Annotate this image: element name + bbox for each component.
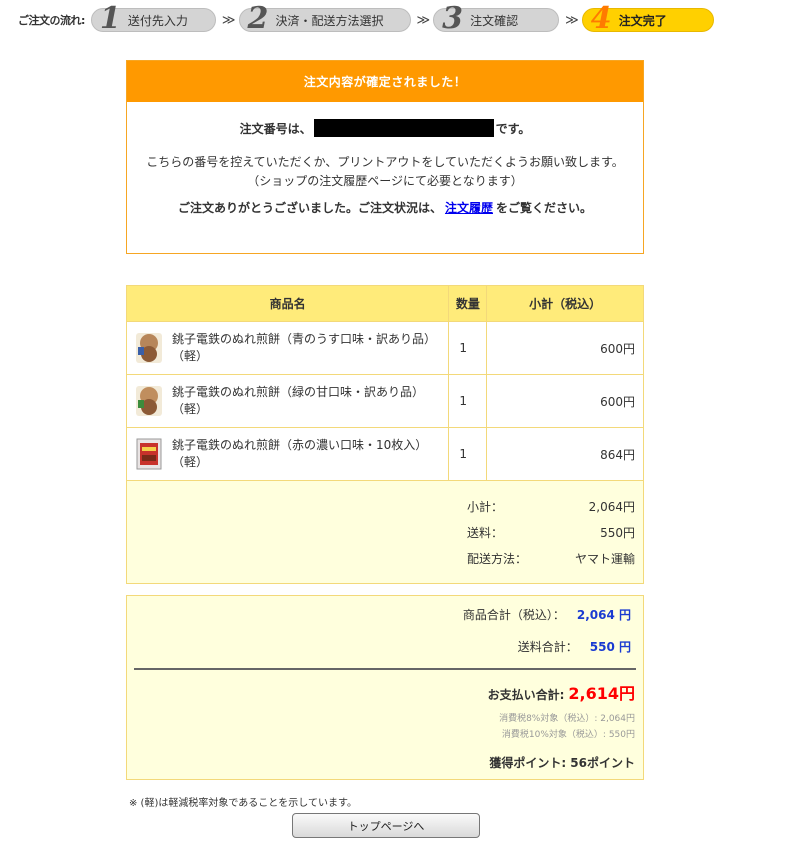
shipping-total-label: 送料合計： <box>517 640 578 654</box>
totals-divider <box>134 668 636 670</box>
product-qty: 1 <box>448 374 488 428</box>
tax-10-percent: 消費税10%対象（税込）: 550円 <box>501 730 635 740</box>
order-confirmation-box: 注文内容が確定されました！ 注文番号は、 です。 こちらの番号を控えていただくか… <box>126 60 644 254</box>
product-cell: 銚子電鉄のぬれ煎餅（緑の甘口味・訳あり品）（軽） <box>125 374 450 428</box>
redacted-order-number <box>313 119 494 137</box>
product-qty: 1 <box>448 427 488 481</box>
grand-total-label: お支払い合計: <box>487 688 565 702</box>
table-row: 銚子電鉄のぬれ煎餅（青のうす口味・訳あり品）（軽） 1 600円 <box>125 321 644 375</box>
summary-subtotal: 小計： 2,064円 <box>467 493 635 519</box>
product-name: 銚子電鉄のぬれ煎餅（緑の甘口味・訳あり品）（軽） <box>172 385 425 416</box>
subtotal-label: 小計： <box>467 499 504 514</box>
step-arrow: ≫ <box>221 12 236 28</box>
step-number: 1 <box>99 1 121 36</box>
goods-total-label: 商品合計（税込）： <box>462 608 565 622</box>
table-row: 銚子電鉄のぬれ煎餅（緑の甘口味・訳あり品）（軽） 1 600円 <box>125 374 644 428</box>
product-thumbnail <box>135 383 163 419</box>
thanks-message: ご注文ありがとうございました。ご注文状況は、 注文履歴 をご覧ください。 <box>127 199 643 216</box>
shipping-total-row: 送料合計： 550 円 <box>518 638 631 655</box>
step-number: 2 <box>247 1 269 36</box>
shipping-total-value: 550 円 <box>589 640 631 654</box>
product-name: 銚子電鉄のぬれ煎餅（青のうす口味・訳あり品）（軽） <box>172 332 437 363</box>
table-row: 銚子電鉄のぬれ煎餅（赤の濃い口味・10枚入）（軽） 1 864円 <box>125 427 644 481</box>
summary-shipping: 送料： 550円 <box>467 519 635 545</box>
reduced-tax-footnote: ※ (軽)は軽減税率対象であることを示しています。 <box>129 798 357 809</box>
product-subtotal: 600円 <box>486 321 644 375</box>
order-number-line: 注文番号は、 です。 <box>127 119 643 137</box>
delivery-method-value: ヤマト運輸 <box>574 551 635 566</box>
delivery-method-label: 配送方法： <box>467 551 528 566</box>
step-label: 決済・配送方法選択 <box>275 13 384 28</box>
step-label: 送付先入力 <box>127 13 188 28</box>
order-summary: 小計： 2,064円 送料： 550円 配送方法： ヤマト運輸 <box>126 480 644 584</box>
order-suffix: です。 <box>495 121 531 136</box>
product-cell: 銚子電鉄のぬれ煎餅（青のうす口味・訳あり品）（軽） <box>125 321 450 375</box>
summary-row: 小計： 2,064円 送料： 550円 配送方法： ヤマト運輸 <box>126 480 644 584</box>
step-3: 3 注文確認 <box>433 2 560 36</box>
goods-total-row: 商品合計（税込）： 2,064 円 <box>463 606 631 623</box>
header-subtotal: 小計（税込） <box>486 285 644 322</box>
product-thumbnail <box>135 330 163 366</box>
step-label: 注文完了 <box>618 13 667 28</box>
header-product-name: 商品名 <box>125 285 450 322</box>
earned-points: 獲得ポイント: 56ポイント <box>489 756 635 770</box>
order-history-link[interactable]: 注文履歴 <box>445 201 493 215</box>
step-arrow: ≫ <box>565 12 579 28</box>
step-arrow: ≫ <box>416 12 431 28</box>
order-prefix: 注文番号は、 <box>239 121 312 136</box>
product-cell: 銚子電鉄のぬれ煎餅（赤の濃い口味・10枚入）（軽） <box>125 427 450 481</box>
product-thumbnail <box>135 436 163 472</box>
order-note: こちらの番号を控えていただくか、プリントアウトをしていただくようお願い致します。… <box>127 153 643 191</box>
product-subtotal: 864円 <box>486 427 644 481</box>
thanks-text-end: をご覧ください。 <box>496 201 593 215</box>
table-header-row: 商品名 数量 小計（税込） <box>125 285 644 322</box>
top-page-button[interactable]: トップページへ <box>292 813 480 838</box>
thanks-text: ご注文ありがとうございました。ご注文状況は、 <box>177 201 442 215</box>
note-line-2: （ショップの注文履歴ページにて必要となります） <box>247 174 523 188</box>
payment-totals-box: 商品合計（税込）： 2,064 円 送料合計： 550 円 お支払い合計: 2,… <box>126 595 644 780</box>
step-number: 4 <box>590 1 612 36</box>
shipping-value: 550円 <box>600 525 635 540</box>
shipping-label: 送料： <box>467 525 504 540</box>
goods-total-value: 2,064 円 <box>576 608 631 622</box>
subtotal-value: 2,064円 <box>588 499 635 514</box>
tax-8-percent: 消費税8%対象（税込）: 2,064円 <box>499 714 635 724</box>
header-quantity: 数量 <box>448 285 488 322</box>
product-qty: 1 <box>448 321 488 375</box>
step-2: 2 決済・配送方法選択 <box>238 2 411 36</box>
confirmation-title: 注文内容が確定されました！ <box>127 61 643 102</box>
step-label: 注文確認 <box>470 13 519 28</box>
grand-total-value: 2,614円 <box>568 684 635 703</box>
step-number: 3 <box>442 1 463 36</box>
summary-delivery-method: 配送方法： ヤマト運輸 <box>467 545 635 571</box>
grand-total: お支払い合計: 2,614円 <box>488 680 635 704</box>
order-items-table: 商品名 数量 小計（税込） 銚子電鉄のぬれ煎餅（青のうす口味・訳あり品）（軽） … <box>125 285 644 584</box>
step-4-current: 4 注文完了 <box>581 2 714 36</box>
step-1: 1 送付先入力 <box>90 2 216 36</box>
product-subtotal: 600円 <box>486 374 644 428</box>
order-flow-steps: ご注文の流れ: 1 送付先入力 ≫ 2 決済・配送方法選択 ≫ 3 注文確認 ≫… <box>18 2 714 36</box>
product-name: 銚子電鉄のぬれ煎餅（赤の濃い口味・10枚入）（軽） <box>172 438 428 469</box>
note-line-1: こちらの番号を控えていただくか、プリントアウトをしていただくようお願い致します。 <box>146 155 624 169</box>
flow-label: ご注文の流れ: <box>18 14 85 27</box>
